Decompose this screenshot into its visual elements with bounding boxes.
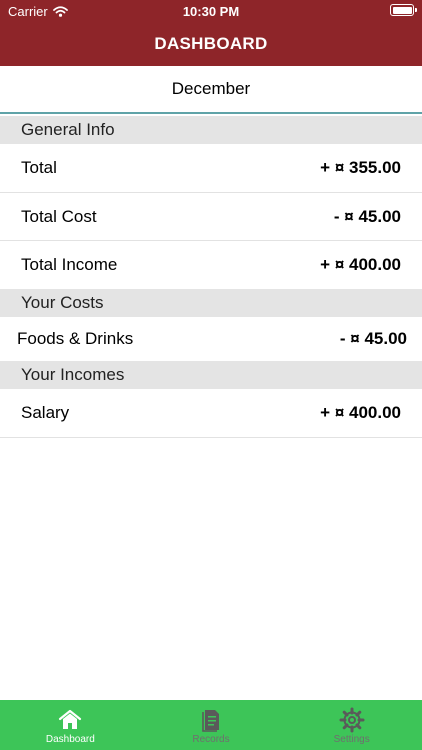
page-title: DASHBOARD bbox=[154, 34, 268, 53]
row-foods-drinks[interactable]: Foods & Drinks - ¤ 45.00 bbox=[0, 317, 422, 361]
section-title: Your Incomes bbox=[21, 365, 125, 384]
row-label: Total Income bbox=[21, 255, 118, 274]
tab-settings[interactable]: Settings bbox=[281, 700, 422, 750]
tab-label: Dashboard bbox=[45, 734, 95, 745]
home-icon bbox=[57, 708, 83, 732]
tab-label: Records bbox=[192, 734, 230, 745]
month-label: December bbox=[171, 79, 251, 98]
battery-icon bbox=[390, 4, 417, 16]
section-header-your-incomes: Your Incomes bbox=[0, 361, 422, 389]
month-selector[interactable]: December bbox=[0, 66, 422, 114]
status-bar: Carrier 10:30 PM bbox=[0, 0, 422, 22]
row-amount: + ¤ 400.00 bbox=[320, 403, 401, 422]
app-header: Carrier 10:30 PM DASHBOARD bbox=[0, 0, 422, 66]
row-label: Foods & Drinks bbox=[17, 329, 134, 348]
section-header-general-info: General Info bbox=[0, 116, 422, 144]
section-header-your-costs: Your Costs bbox=[0, 289, 422, 317]
row-label: Total bbox=[21, 158, 57, 177]
gear-icon bbox=[339, 707, 365, 733]
section-title: General Info bbox=[21, 120, 115, 139]
row-amount: - ¤ 45.00 bbox=[339, 329, 407, 348]
tab-dashboard[interactable]: Dashboard bbox=[0, 700, 141, 750]
tab-records[interactable]: Records bbox=[141, 700, 282, 750]
row-label: Salary bbox=[21, 403, 70, 422]
row-salary[interactable]: Salary + ¤ 400.00 bbox=[0, 389, 422, 438]
records-icon bbox=[198, 708, 224, 732]
status-time: 10:30 PM bbox=[182, 4, 240, 19]
row-total[interactable]: Total + ¤ 355.00 bbox=[0, 144, 422, 193]
tab-label: Settings bbox=[333, 734, 370, 745]
row-label: Total Cost bbox=[21, 206, 97, 226]
row-total-cost[interactable]: Total Cost - ¤ 45.00 bbox=[0, 193, 422, 241]
row-total-income[interactable]: Total Income + ¤ 400.00 bbox=[0, 241, 422, 289]
row-amount: - ¤ 45.00 bbox=[333, 206, 401, 226]
row-amount: + ¤ 400.00 bbox=[320, 255, 401, 274]
tab-bar: Dashboard Records Settings bbox=[0, 700, 422, 750]
section-title: Your Costs bbox=[21, 293, 104, 312]
row-amount: + ¤ 355.00 bbox=[320, 158, 401, 177]
